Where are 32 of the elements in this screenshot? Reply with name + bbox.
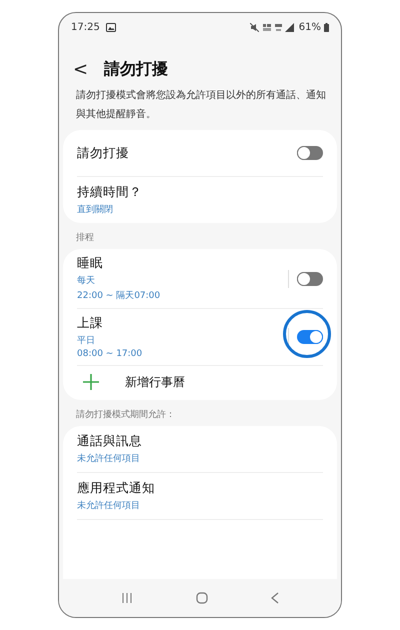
schedule-time: 08:00 ~ 17:00 [77,349,144,359]
setting-subtitle: 未允許任何項目 [77,452,141,465]
toggle-switch[interactable] [297,272,323,286]
back-icon[interactable] [271,592,280,604]
recents-icon[interactable] [120,592,133,604]
schedule-time: 22:00 ~ 隔天07:00 [77,290,162,302]
toggle-switch[interactable] [297,330,323,344]
image-icon [106,22,116,32]
schedule-title[interactable]: 上課 [77,315,288,332]
home-icon[interactable] [196,592,208,604]
status-time: 17:25 [71,22,100,32]
signal-icon [284,22,294,32]
back-button[interactable]: < [69,59,92,80]
battery-percent: 61% [298,22,321,32]
section-label: 請勿打擾模式期間允許： [75,408,176,422]
setting-title[interactable]: 應用程式通知 [77,480,323,497]
setting-subtitle: 未允許任何項目 [77,500,141,512]
setting-title[interactable]: 通話與訊息 [77,433,323,450]
battery-icon [324,22,329,32]
schedule-title[interactable]: 睡眠 [77,255,288,272]
setting-subtitle: 直到關閉 [77,204,114,216]
schedule-days: 每天 [77,274,288,287]
add-calendar-link[interactable]: 新增行事曆 [125,374,185,390]
plus-icon [83,374,99,390]
setting-title[interactable]: 持續時間？ [77,184,323,201]
toggle-switch[interactable] [297,146,323,160]
page-title: 請勿打擾 [104,59,168,80]
schedule-days: 平日 [77,334,288,347]
description-text: 請勿打擾模式會將您設為允許項目以外的所有通話、通知與其他提醒靜音。 [76,88,327,122]
setting-title[interactable]: 請勿打擾 [77,144,297,162]
mute-icon [250,22,259,32]
section-label: 排程 [75,232,95,245]
